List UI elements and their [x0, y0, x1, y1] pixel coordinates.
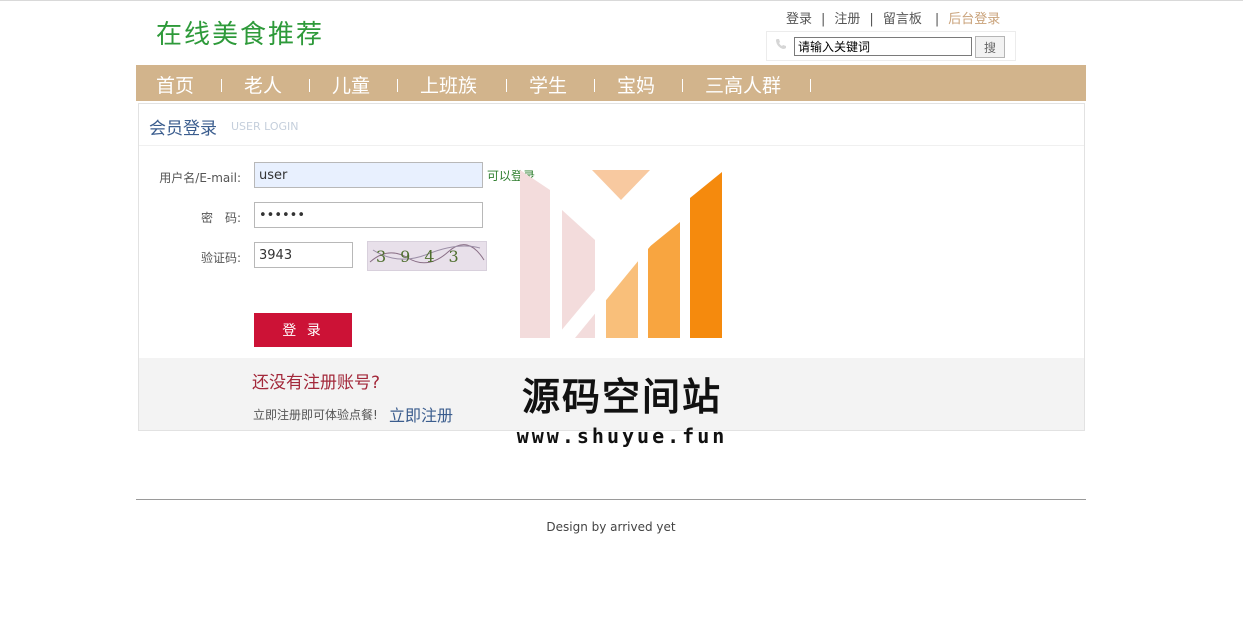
register-now-link[interactable]: 立即注册	[389, 402, 453, 426]
nav-divider	[594, 79, 595, 92]
search-input[interactable]	[794, 37, 972, 56]
search-box: 搜	[766, 31, 1016, 61]
nav-divider	[397, 79, 398, 92]
username-field[interactable]	[254, 162, 483, 188]
separator: |	[821, 12, 826, 27]
login-subtitle: USER LOGIN	[231, 120, 299, 133]
watermark-logo-icon	[520, 170, 722, 338]
password-label: 密 码:	[200, 211, 241, 225]
footer-text: Design by arrived yet	[546, 520, 676, 534]
watermark-url: www.shuyue.fun	[516, 424, 728, 448]
separator: |	[869, 12, 874, 27]
site-title: 在线美食推荐	[156, 20, 325, 50]
nav-divider	[810, 79, 811, 92]
nav-item-mothers[interactable]: 宝妈	[617, 71, 655, 98]
nav-divider	[309, 79, 310, 92]
nav-item-office-workers[interactable]: 上班族	[420, 71, 477, 98]
register-hint: 立即注册即可体验点餐!	[253, 408, 378, 422]
main-nav: 首页 老人 儿童 上班族 学生 宝妈 三高人群	[136, 65, 1086, 101]
register-question: 还没有注册账号?	[252, 373, 381, 393]
nav-item-three-highs[interactable]: 三高人群	[705, 71, 781, 98]
footer-divider	[136, 499, 1086, 500]
captcha-image[interactable]: 3943	[367, 241, 487, 271]
nav-divider	[682, 79, 683, 92]
login-button[interactable]: 登 录	[254, 313, 352, 347]
watermark-name: 源码空间站	[521, 375, 722, 419]
nav-divider	[506, 79, 507, 92]
admin-login-link[interactable]: 后台登录	[948, 12, 1000, 27]
username-label: 用户名/E-mail:	[159, 171, 241, 185]
separator: |	[934, 12, 940, 27]
phone-icon	[776, 39, 786, 49]
captcha-text: 3943	[376, 247, 473, 266]
login-header: 会员登录 USER LOGIN	[139, 104, 1084, 146]
nav-item-elderly[interactable]: 老人	[244, 71, 282, 98]
login-title: 会员登录	[149, 119, 217, 139]
login-link[interactable]: 登录	[786, 12, 812, 27]
password-field[interactable]	[254, 202, 483, 228]
captcha-label: 验证码:	[200, 251, 241, 265]
nav-item-children[interactable]: 儿童	[332, 71, 370, 98]
nav-item-home[interactable]: 首页	[156, 71, 194, 98]
captcha-field[interactable]	[254, 242, 353, 268]
guestbook-link[interactable]: 留言板	[883, 12, 922, 27]
top-links: 登录 | 注册 | 留言板 | 后台登录	[786, 8, 1000, 27]
register-link[interactable]: 注册	[834, 12, 860, 27]
nav-item-students[interactable]: 学生	[529, 71, 567, 98]
nav-divider	[221, 79, 222, 92]
captcha-noise: 3943	[369, 244, 485, 266]
search-button[interactable]: 搜	[975, 36, 1005, 58]
